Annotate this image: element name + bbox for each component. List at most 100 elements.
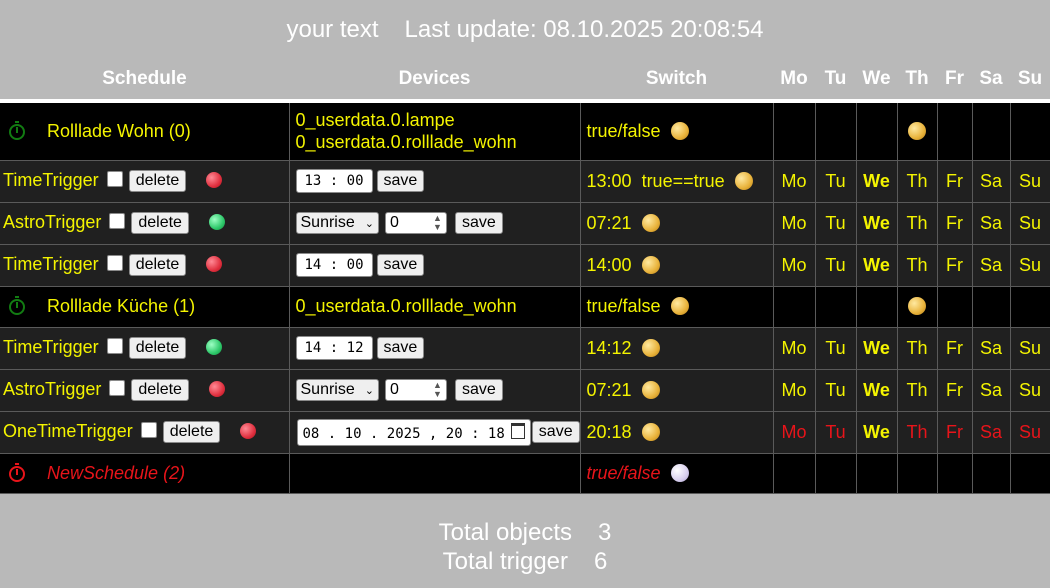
status-lamp-icon[interactable] — [641, 338, 660, 357]
spinner-icon[interactable]: ▲ ▼ — [433, 214, 442, 232]
astro-select[interactable]: Sunrise ⌄ — [295, 379, 379, 402]
save-button[interactable]: save — [454, 212, 503, 235]
time-cell: 13 : 00 save — [289, 160, 581, 203]
schedule-name: NewSchedule (2) — [47, 462, 186, 483]
schedule-cell[interactable]: Rolllade Küche (1) — [0, 286, 290, 328]
time-cell: 14 : 00 save — [289, 244, 581, 287]
switch-value: true/false — [586, 120, 661, 141]
status-lamp-icon[interactable] — [641, 380, 660, 399]
day-th[interactable]: Th — [897, 411, 938, 454]
day-th[interactable]: Th — [897, 202, 938, 245]
delete-button[interactable]: delete — [131, 379, 189, 402]
day-we[interactable]: We — [856, 244, 898, 287]
day-tu[interactable]: Tu — [815, 411, 857, 454]
day-we[interactable]: We — [856, 369, 898, 412]
status-dot-icon — [206, 171, 223, 188]
day-mo[interactable]: Mo — [773, 369, 816, 412]
stopwatch-icon — [9, 462, 25, 482]
day-fr[interactable]: Fr — [937, 327, 973, 370]
status-lamp-icon[interactable] — [670, 297, 689, 315]
time-input[interactable]: 14 : 12 — [295, 336, 373, 360]
day-sa[interactable]: Sa — [972, 369, 1011, 412]
astro-select[interactable]: Sunrise ⌄ — [295, 212, 379, 235]
chevron-down-icon: ⌄ — [364, 385, 374, 398]
calendar-icon[interactable] — [510, 422, 525, 439]
trigger-checkbox[interactable] — [109, 212, 126, 229]
day-mo[interactable]: Mo — [773, 160, 816, 203]
footer: Total objects 3 Total trigger 6 — [0, 504, 1050, 588]
status-lamp-icon[interactable] — [641, 213, 660, 232]
day-su[interactable]: Su — [1010, 327, 1050, 370]
schedule-cell[interactable]: Rolllade Wohn (0) — [0, 101, 290, 161]
schedule-cell[interactable]: NewSchedule (2) — [0, 453, 290, 494]
day-su[interactable]: Su — [1010, 244, 1050, 287]
day-fr[interactable]: Fr — [937, 411, 973, 454]
day-th[interactable]: Th — [897, 327, 938, 370]
day-we[interactable]: We — [856, 327, 898, 370]
day-su[interactable]: Su — [1010, 411, 1050, 454]
trigger-row: OneTimeTrigger delete 08 . 10 . 2025 , 20… — [0, 411, 1050, 454]
save-button[interactable]: save — [531, 421, 579, 443]
offset-input[interactable]: 0 ▲ ▼ — [384, 212, 447, 235]
trigger-checkbox[interactable] — [106, 337, 123, 354]
status-lamp-icon[interactable] — [670, 121, 689, 140]
day-su[interactable]: Su — [1010, 202, 1050, 245]
day-we[interactable]: We — [856, 411, 898, 454]
day-mo[interactable]: Mo — [773, 202, 816, 245]
datetime-input[interactable]: 08 . 10 . 2025 , 20 : 18 — [296, 418, 531, 446]
day-cell — [897, 286, 938, 328]
day-sa[interactable]: Sa — [972, 160, 1011, 203]
day-tu[interactable]: Tu — [815, 327, 857, 370]
status-lamp-icon[interactable] — [734, 171, 753, 190]
day-mo[interactable]: Mo — [773, 327, 816, 370]
spinner-icon[interactable]: ▲ ▼ — [433, 381, 442, 399]
day-th[interactable]: Th — [897, 244, 938, 287]
time-input[interactable]: 14 : 00 — [295, 253, 373, 277]
day-su[interactable]: Su — [1010, 160, 1050, 203]
save-button[interactable]: save — [376, 337, 425, 359]
offset-input[interactable]: 0 ▲ ▼ — [384, 379, 447, 402]
day-su[interactable]: Su — [1010, 369, 1050, 412]
status-lamp-icon[interactable] — [641, 422, 660, 441]
devices-cell — [289, 453, 581, 494]
day-th[interactable]: Th — [897, 369, 938, 412]
offset-value: 0 — [389, 381, 399, 399]
total-objects-value: 3 — [598, 518, 612, 546]
day-th[interactable]: Th — [897, 160, 938, 203]
delete-button[interactable]: delete — [128, 170, 187, 193]
save-button[interactable]: save — [454, 379, 503, 402]
delete-button[interactable]: delete — [162, 421, 221, 444]
day-we[interactable]: We — [856, 202, 898, 245]
col-mo: Mo — [773, 58, 815, 103]
trigger-checkbox[interactable] — [106, 254, 123, 271]
day-mo[interactable]: Mo — [773, 411, 816, 454]
day-tu[interactable]: Tu — [815, 160, 857, 203]
day-sa[interactable]: Sa — [972, 244, 1011, 287]
schedule-name: Rolllade Wohn (0) — [47, 120, 191, 141]
day-tu[interactable]: Tu — [815, 369, 857, 412]
delete-button[interactable]: delete — [128, 254, 187, 277]
day-fr[interactable]: Fr — [937, 244, 973, 287]
day-sa[interactable]: Sa — [972, 202, 1011, 245]
day-tu[interactable]: Tu — [815, 202, 857, 245]
day-fr[interactable]: Fr — [937, 202, 973, 245]
trigger-checkbox[interactable] — [109, 379, 126, 396]
delete-button[interactable]: delete — [131, 212, 189, 235]
time-input[interactable]: 13 : 00 — [295, 169, 373, 193]
day-fr[interactable]: Fr — [937, 369, 973, 412]
save-button[interactable]: save — [376, 170, 425, 192]
day-we[interactable]: We — [856, 160, 898, 203]
day-tu[interactable]: Tu — [815, 244, 857, 287]
day-fr[interactable]: Fr — [937, 160, 973, 203]
day-sa[interactable]: Sa — [972, 411, 1011, 454]
switch-value: 20:18 — [586, 421, 632, 442]
status-lamp-icon[interactable] — [641, 255, 660, 274]
trigger-checkbox[interactable] — [106, 170, 123, 187]
day-sa[interactable]: Sa — [972, 327, 1011, 370]
status-lamp-icon[interactable] — [670, 463, 689, 482]
trigger-checkbox[interactable] — [140, 421, 157, 438]
save-button[interactable]: save — [376, 254, 425, 276]
switch-cell: true/false — [580, 101, 774, 161]
delete-button[interactable]: delete — [128, 337, 187, 360]
day-mo[interactable]: Mo — [773, 244, 816, 287]
